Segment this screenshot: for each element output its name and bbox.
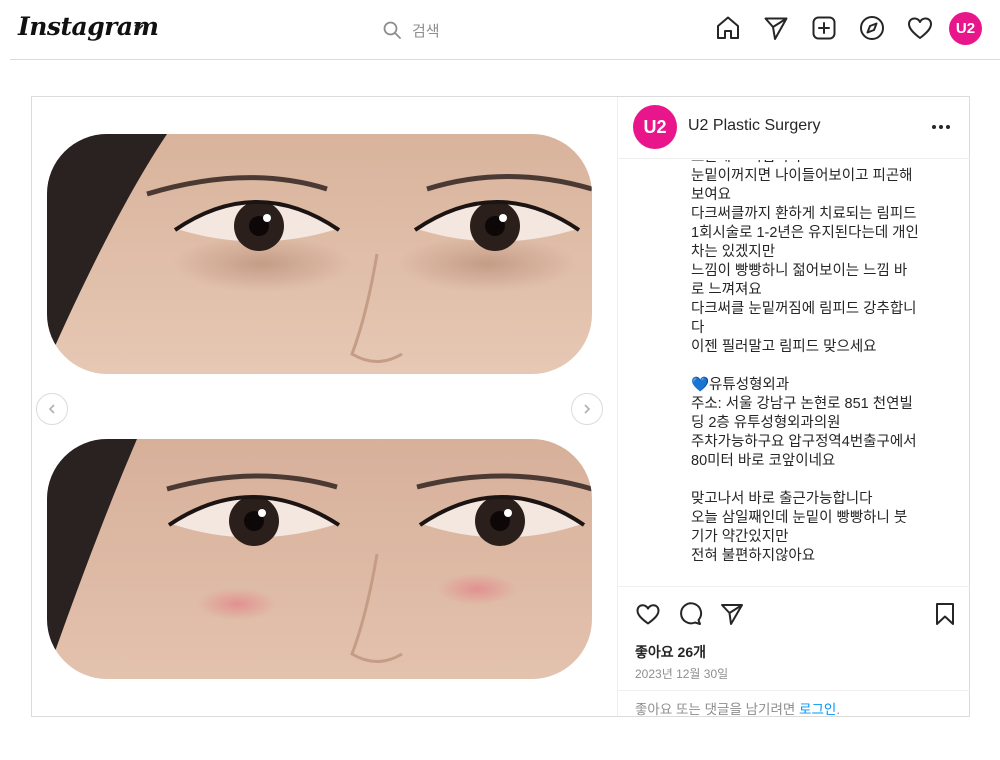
more-options-icon[interactable] <box>930 119 952 135</box>
before-photo <box>47 134 592 374</box>
heart-icon[interactable] <box>906 14 934 42</box>
login-link[interactable]: 로그인 <box>799 702 836 717</box>
home-icon[interactable] <box>714 14 742 42</box>
explore-icon[interactable] <box>858 14 886 42</box>
chevron-left-icon <box>48 404 55 414</box>
caption-line: 80미터 바로 코앞이네요 <box>691 453 836 469</box>
caption-line: 다 <box>691 320 705 336</box>
login-suffix: . <box>836 702 841 717</box>
chevron-right-icon <box>584 404 591 414</box>
caption-line: 주소: 서울 강남구 논현로 851 천연빌 <box>691 396 913 412</box>
new-post-icon[interactable] <box>810 14 838 42</box>
top-navigation-bar: Instagram 검색 U2 <box>0 0 1000 60</box>
caption-line: 💙유튜성형외과 <box>691 377 790 393</box>
account-avatar[interactable]: U2 <box>633 105 677 149</box>
share-icon[interactable] <box>719 601 745 627</box>
account-name[interactable]: U2 Plastic Surgery <box>688 117 821 135</box>
post-actions: 좋아요 26개 2023년 12월 30일 좋아요 또는 댓글을 남기려면 로그… <box>618 586 970 717</box>
like-count[interactable]: 좋아요 26개 <box>635 642 706 662</box>
caption-line: 차는 있겠지만 <box>691 244 776 260</box>
caption-line: 전혀 불편하지않아요 <box>691 548 816 564</box>
caption-text: 르는게 느껴집니다눈밑이꺼지면 나이들어보이고 피곤해보여요다크써클까지 환하게… <box>691 160 953 566</box>
send-icon[interactable] <box>762 14 790 42</box>
caption-line: 다크써클 눈밑꺼짐에 림피드 강추합니 <box>691 301 917 317</box>
caption-line: 로 느껴져요 <box>691 282 762 298</box>
like-icon[interactable] <box>635 601 661 627</box>
caption-line: 눈밑이꺼지면 나이들어보이고 피곤해 <box>691 168 913 184</box>
caption-line: 맞고나서 바로 출근가능합니다 <box>691 491 873 507</box>
caption-line: 딩 2층 유투성형외과의원 <box>691 415 841 431</box>
caption-line: 1회시술로 1-2년은 유지된다는데 개인 <box>691 225 919 241</box>
caption-line: 기가 약간있지만 <box>691 529 789 545</box>
save-icon[interactable] <box>932 601 958 627</box>
caption-line: 오늘 삼일째인데 눈밑이 빵빵하니 붓 <box>691 510 908 526</box>
caption-line: 이젠 필러말고 림피드 맞으세요 <box>691 339 877 355</box>
chevron-down-icon[interactable] <box>133 21 145 33</box>
search-placeholder: 검색 <box>412 22 440 40</box>
caption-line: 다크써클까지 환하게 치료되는 림피드 <box>691 206 917 222</box>
login-prompt-text: 좋아요 또는 댓글을 남기려면 <box>635 702 800 717</box>
caption-line: 보여요 <box>691 187 732 203</box>
post-header: U2 U2 Plastic Surgery <box>618 97 970 159</box>
caption-line: 느낌이 빵빵하니 젊어보이는 느낌 바 <box>691 263 908 279</box>
header-divider <box>10 59 1000 60</box>
post-media[interactable] <box>32 97 617 716</box>
login-prompt-bar: 좋아요 또는 댓글을 남기려면 로그인. <box>618 690 970 717</box>
post-card: U2 U2 Plastic Surgery 르는게 느껴집니다눈밑이꺼지면 나이… <box>31 96 970 717</box>
profile-avatar[interactable]: U2 <box>949 12 982 45</box>
login-prompt: 좋아요 또는 댓글을 남기려면 로그인. <box>635 698 840 718</box>
post-date: 2023년 12월 30일 <box>635 667 729 681</box>
post-sidebar: U2 U2 Plastic Surgery 르는게 느껴집니다눈밑이꺼지면 나이… <box>617 97 970 717</box>
after-photo <box>47 439 592 679</box>
previous-image-button[interactable] <box>36 393 68 425</box>
caption-line <box>691 357 953 376</box>
caption-line: 르는게 느껴집니다 <box>691 160 953 167</box>
next-image-button[interactable] <box>571 393 603 425</box>
caption-scroll-area[interactable]: 르는게 느껴집니다눈밑이꺼지면 나이들어보이고 피곤해보여요다크써클까지 환하게… <box>618 160 970 586</box>
caption-line: 주차가능하구요 압구정역4번출구에서 <box>691 434 917 450</box>
search-input[interactable]: 검색 <box>374 16 624 44</box>
caption-line <box>691 471 953 490</box>
search-icon <box>383 21 401 39</box>
comment-icon[interactable] <box>677 601 703 627</box>
